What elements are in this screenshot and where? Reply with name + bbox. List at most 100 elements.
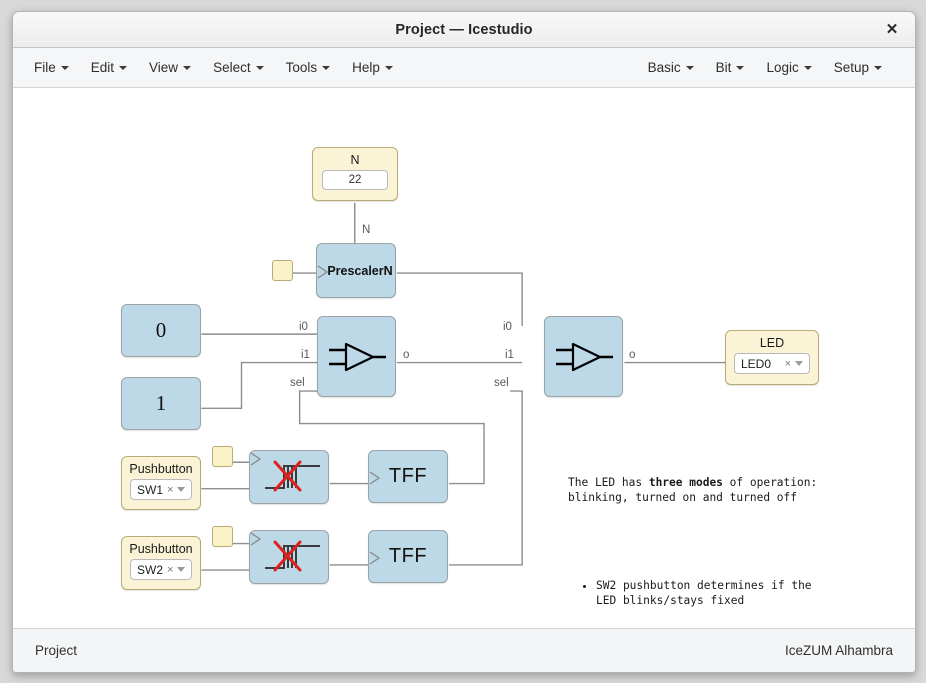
menu-item-view[interactable]: View: [138, 55, 202, 80]
const-0-label: 0: [155, 318, 167, 342]
menu-item-edit[interactable]: Edit: [80, 55, 138, 80]
chevron-down-icon[interactable]: [177, 487, 186, 492]
menu-item-setup[interactable]: Setup: [823, 55, 893, 80]
param-n-value-field[interactable]: 22: [322, 170, 388, 190]
menu-item-basic[interactable]: Basic: [637, 55, 705, 80]
menubar-left-group: File Edit View Select Tools Help: [23, 55, 404, 80]
pushbutton2-value: SW2: [137, 562, 164, 577]
menu-item-view-label: View: [149, 60, 179, 75]
clock-port-triangle-icon: [369, 551, 381, 565]
const-1-label: 1: [155, 391, 167, 415]
menu-item-select-label: Select: [213, 60, 251, 75]
chevron-down-icon: [119, 65, 128, 70]
port-label-mux1-o: o: [403, 349, 410, 361]
menu-item-bit-label: Bit: [715, 60, 732, 75]
wire-tff2-to-mux2-sel: [448, 390, 523, 566]
wire-prescaler-to-mux2-i0: [396, 272, 523, 326]
prescalern-label: PrescalerN: [327, 263, 393, 278]
input-port-clk-debouncer2[interactable]: [212, 526, 233, 547]
block-pushbutton-sw2[interactable]: Pushbutton SW2 ×: [121, 536, 201, 590]
led-select[interactable]: LED0 ×: [734, 353, 810, 374]
chevron-down-icon[interactable]: [177, 567, 186, 572]
port-label-mux2-i0: i0: [503, 321, 512, 333]
port-label-mux2-i1: i1: [505, 349, 514, 361]
port-label-mux2-sel: sel: [494, 377, 509, 389]
block-led[interactable]: LED LED0 ×: [725, 330, 819, 385]
block-debouncer-1[interactable]: [249, 450, 329, 504]
clock-port-triangle-icon: [317, 265, 329, 279]
pushbutton1-title: Pushbutton: [129, 462, 193, 476]
annotation-line2: blinking, turned on and turned off: [568, 491, 798, 504]
annotation-paragraph: The LED has three modes of operation: bli…: [568, 475, 888, 505]
chevron-down-icon: [736, 65, 745, 70]
annotation-bullet-1: SW2 pushbutton determines if the LED bli…: [596, 578, 888, 608]
clock-port-triangle-icon: [250, 452, 262, 466]
menu-item-logic[interactable]: Logic: [755, 55, 822, 80]
block-pushbutton-sw1[interactable]: Pushbutton SW1 ×: [121, 456, 201, 510]
port-label-mux1-i0: i0: [299, 321, 308, 333]
menu-item-basic-label: Basic: [647, 60, 681, 75]
led-title: LED: [759, 336, 785, 350]
menu-item-file[interactable]: File: [23, 55, 80, 80]
statusbar: Project IceZUM Alhambra: [13, 628, 915, 672]
block-debouncer-2[interactable]: [249, 530, 329, 584]
menubar-right-group: Basic Bit Logic Setup: [637, 55, 905, 80]
chevron-down-icon: [60, 65, 69, 70]
debounce-icon: [265, 460, 320, 492]
window-title: Project — Icestudio: [395, 21, 533, 38]
menu-item-edit-label: Edit: [90, 60, 115, 75]
pushbutton1-value: SW1: [137, 482, 164, 497]
titlebar: Project — Icestudio ✕: [13, 12, 915, 48]
app-window: Project — Icestudio ✕ File Edit View Sel…: [12, 11, 916, 673]
menu-item-bit[interactable]: Bit: [705, 55, 756, 80]
screenshot-root: Project — Icestudio ✕ File Edit View Sel…: [0, 0, 926, 683]
block-const-0[interactable]: 0: [121, 304, 201, 357]
block-tff-1[interactable]: TFF: [368, 450, 448, 503]
schematic-canvas[interactable]: N 22 N PrescalerN 0 1 i0 i1 sel o i0 i1 …: [13, 88, 915, 628]
tff2-label: TFF: [388, 545, 428, 567]
chevron-down-icon: [685, 65, 694, 70]
annotation-block[interactable]: The LED has three modes of operation: bli…: [568, 445, 888, 628]
chevron-down-icon: [322, 65, 331, 70]
menubar: File Edit View Select Tools Help Basic B…: [13, 48, 915, 88]
port-label-mux1-i1: i1: [301, 349, 310, 361]
menu-item-file-label: File: [34, 60, 56, 75]
chevron-down-icon: [874, 65, 882, 70]
block-const-1[interactable]: 1: [121, 377, 201, 430]
annotation-line1-bold: three modes: [648, 476, 723, 489]
debounce-icon: [265, 540, 320, 572]
port-label-n: N: [362, 224, 371, 236]
block-mux-2[interactable]: [544, 316, 623, 397]
pushbutton2-select[interactable]: SW2 ×: [130, 559, 192, 580]
mux-triangle-icon: [328, 342, 386, 371]
menu-item-tools-label: Tools: [285, 60, 318, 75]
led-value: LED0: [741, 356, 772, 371]
clear-icon[interactable]: ×: [167, 484, 173, 496]
block-prescalern[interactable]: PrescalerN: [316, 243, 396, 298]
tff1-label: TFF: [388, 465, 428, 487]
clear-icon[interactable]: ×: [785, 358, 791, 370]
block-param-n[interactable]: N 22: [312, 147, 398, 201]
menu-item-setup-label: Setup: [833, 60, 869, 75]
chevron-down-icon: [803, 65, 812, 70]
menu-item-help[interactable]: Help: [341, 55, 404, 80]
block-tff-2[interactable]: TFF: [368, 530, 448, 583]
input-port-clk-prescaler[interactable]: [272, 260, 293, 281]
pushbutton2-title: Pushbutton: [129, 542, 193, 556]
clock-port-triangle-icon: [250, 532, 262, 546]
port-label-mux1-sel: sel: [290, 377, 305, 389]
port-label-mux2-o: o: [629, 349, 636, 361]
chevron-down-icon[interactable]: [795, 361, 803, 366]
menu-item-tools[interactable]: Tools: [275, 55, 342, 80]
input-port-clk-debouncer1[interactable]: [212, 446, 233, 467]
pushbutton1-select[interactable]: SW1 ×: [130, 479, 192, 500]
chevron-down-icon: [183, 65, 192, 70]
clock-port-triangle-icon: [369, 471, 381, 485]
chevron-down-icon: [384, 65, 393, 70]
menu-item-select[interactable]: Select: [202, 55, 275, 80]
close-icon[interactable]: ✕: [881, 19, 903, 41]
block-mux-1[interactable]: [317, 316, 396, 397]
clear-icon[interactable]: ×: [167, 564, 173, 576]
mux-triangle-icon: [555, 342, 613, 371]
param-n-title: N: [350, 153, 360, 167]
